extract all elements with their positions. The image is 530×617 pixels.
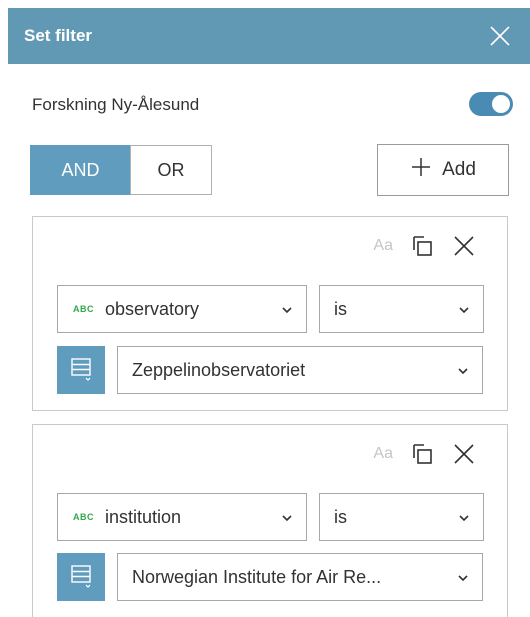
layer-row: Forskning Ny-Ålesund [32,92,516,118]
case-sensitive-icon[interactable]: Aa [373,237,393,255]
layer-name: Forskning Ny-Ålesund [32,95,200,114]
chevron-down-icon [457,303,471,317]
value-select[interactable]: Norwegian Institute for Air Re... [117,553,483,601]
field-select[interactable]: ABC institution [57,493,307,541]
toggle-knob [492,95,510,113]
value-text: Zeppelinobservatoriet [132,359,306,380]
value-source-button[interactable] [57,346,105,394]
add-clause-button[interactable]: Add [377,144,509,196]
close-icon[interactable] [486,22,514,50]
remove-clause-icon[interactable] [451,441,477,467]
remove-clause-icon[interactable] [451,233,477,259]
layer-filter-toggle[interactable] [469,92,513,116]
string-type-icon: ABC [73,512,94,522]
list-icon [67,561,95,594]
chevron-down-icon [456,364,470,378]
dialog-title: Set filter [24,26,93,45]
clause-tools: Aa [373,231,477,261]
chevron-down-icon [280,511,294,525]
operator-value: is [334,506,347,527]
field-select[interactable]: ABC observatory [57,285,307,333]
plus-icon [410,156,432,184]
chevron-down-icon [457,511,471,525]
dialog-header: Set filter [8,8,530,64]
list-icon [67,354,95,387]
operator-select[interactable]: is [319,285,484,333]
operator-value: is [334,298,347,319]
string-type-icon: ABC [73,304,94,314]
duplicate-icon[interactable] [409,441,435,467]
field-value: observatory [105,298,200,319]
chevron-down-icon [456,571,470,585]
clause-tools: Aa [373,439,477,469]
operator-select[interactable]: is [319,493,484,541]
logic-or-button[interactable]: OR [130,145,212,195]
chevron-down-icon [280,303,294,317]
logic-and-button[interactable]: AND [30,145,131,195]
case-sensitive-icon[interactable]: Aa [373,445,393,463]
value-source-button[interactable] [57,553,105,601]
add-button-label: Add [442,159,476,180]
set-filter-dialog: Set filter Forskning Ny-Ålesund AND OR A… [8,8,530,617]
field-value: institution [105,506,182,527]
filter-clause-card: Aa ABC observatory is Zeppelinobservator… [32,216,508,411]
filter-clause-card: Aa ABC institution is Norwegian Institut… [32,424,508,617]
value-text: Norwegian Institute for Air Re... [132,566,382,587]
duplicate-icon[interactable] [409,233,435,259]
value-select[interactable]: Zeppelinobservatoriet [117,346,483,394]
